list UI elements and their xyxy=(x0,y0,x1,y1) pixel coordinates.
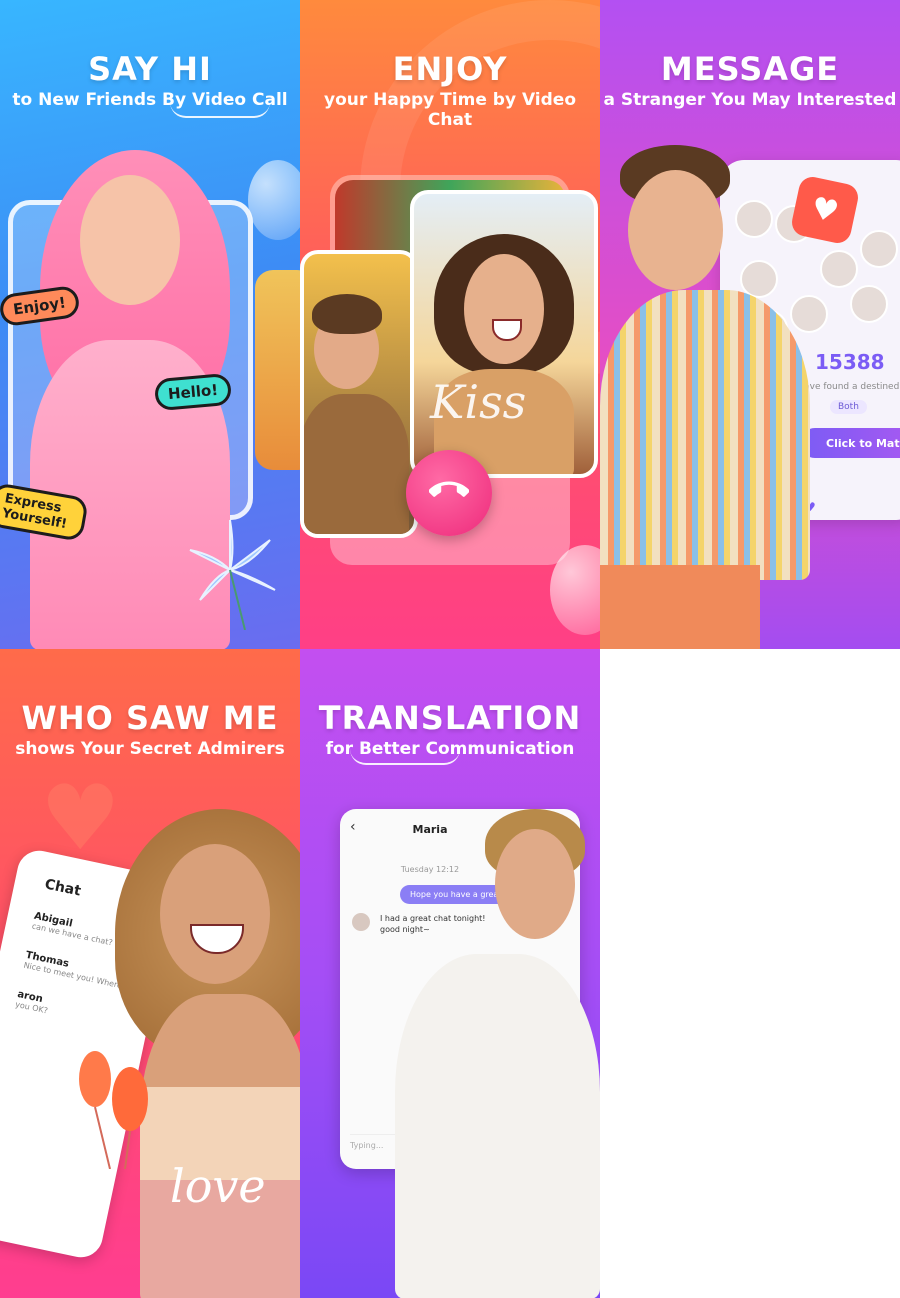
heart-decor-icon: ♥ xyxy=(40,766,121,871)
panel-title: TRANSLATION xyxy=(318,699,582,737)
incoming-message: I had a great chat tonight! good night~ xyxy=(380,914,486,934)
panel-message: MESSAGE a Stranger You May Interested 15… xyxy=(600,0,900,649)
heart-icon: ♥ xyxy=(789,174,861,246)
both-badge: Both xyxy=(830,400,867,414)
man-photo xyxy=(300,250,418,538)
panel-translation: TRANSLATION for Better Communication ‹ M… xyxy=(300,649,600,1298)
decor-underline xyxy=(170,102,270,118)
panel-say-hi: SAY HI to New Friends By Video Call Enjo… xyxy=(0,0,300,649)
click-to-match-button[interactable]: Click to Match xyxy=(800,428,900,458)
tulip-icon xyxy=(70,1039,170,1170)
panel-title: WHO SAW ME xyxy=(21,699,279,737)
call-button[interactable] xyxy=(406,450,492,536)
panel-subtitle: shows Your Secret Admirers xyxy=(15,739,285,759)
side-photo xyxy=(255,270,300,470)
decor-orb xyxy=(248,160,300,240)
flower-icon xyxy=(170,510,290,631)
panel-subtitle: a Stranger You May Interested xyxy=(603,90,897,110)
avatar xyxy=(352,913,370,931)
kiss-overlay: Kiss xyxy=(430,375,527,429)
decor-underline xyxy=(350,749,460,765)
chat-title: Chat xyxy=(43,876,83,900)
panel-who-saw-me: WHO SAW ME shows Your Secret Admirers ♥ … xyxy=(0,649,300,1298)
love-overlay: love xyxy=(170,1159,266,1213)
woman-photo xyxy=(410,190,598,478)
panel-title: MESSAGE xyxy=(660,50,840,88)
match-count: 15388 xyxy=(815,350,885,374)
phone-icon xyxy=(428,471,470,515)
panel-title: SAY HI xyxy=(88,50,212,88)
panel-enjoy: ENJOY your Happy Time by Video Chat Kiss xyxy=(300,0,600,649)
